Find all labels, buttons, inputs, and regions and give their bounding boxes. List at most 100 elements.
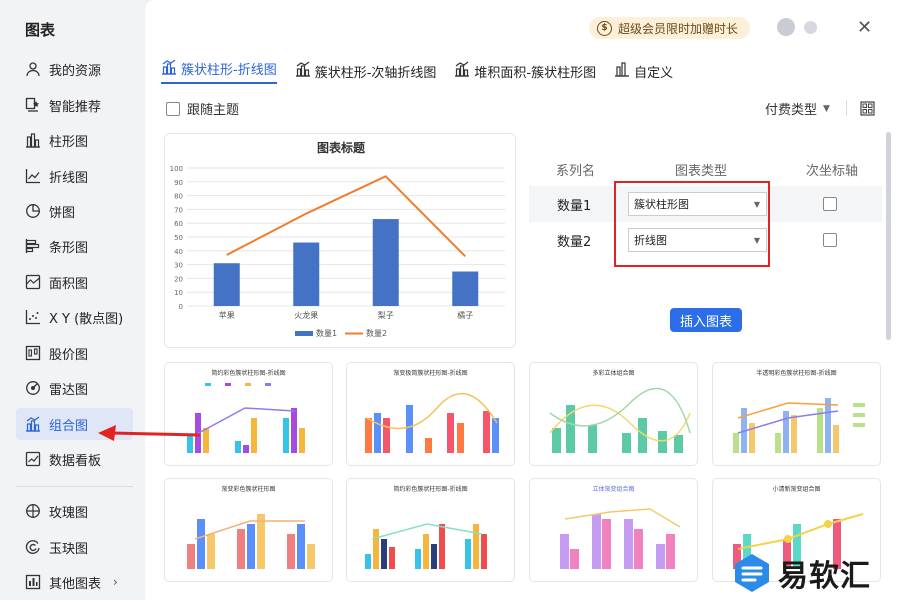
- sidebar-item-line-chart[interactable]: 折线图: [16, 160, 133, 192]
- sidebar-item-pie-chart[interactable]: 饼图: [16, 195, 133, 227]
- thumbnail-title: 小清新渐变组合图: [772, 486, 821, 493]
- series-1-secondary-axis-checkbox[interactable]: [823, 197, 837, 211]
- stock-chart-icon: [23, 343, 43, 363]
- user-icon: [23, 59, 43, 79]
- tab-stacked-area-cluster-column[interactable]: 堆积面积-簇状柱形图: [454, 58, 596, 84]
- pay-type-label: 付费类型: [765, 103, 818, 118]
- bar: [213, 263, 240, 306]
- smart-recommend-icon: [23, 95, 43, 115]
- sidebar-item-combo-chart[interactable]: 组合图: [16, 408, 133, 440]
- thumbnail-preview: [365, 523, 487, 569]
- member-status-icon: [804, 21, 817, 34]
- sidebar-item-label: 我的资源: [49, 63, 102, 79]
- thumbnail-title: 渐变极简簇状柱形图-折线图: [393, 370, 468, 377]
- chart-type-tabs: 簇状柱形-折线图 簇状柱形-次轴折线图 堆积面积-簇状柱形图 自定义: [161, 58, 691, 84]
- combo-chart-icon: [454, 61, 470, 81]
- template-thumbnail[interactable]: 多彩立体组合图: [529, 362, 698, 466]
- thumbnail-title: 立体渐变组合图: [592, 486, 635, 493]
- y-tick-label: 40: [174, 248, 183, 256]
- sidebar-item-horizontal-bar[interactable]: 条形图: [16, 230, 133, 262]
- sidebar-item-bar-chart[interactable]: 柱形图: [16, 124, 133, 156]
- horizontal-bar-icon: [23, 236, 43, 256]
- tab-cluster-column-secondary-line[interactable]: 簇状柱形-次轴折线图: [295, 58, 437, 84]
- x-tick-label: 橘子: [457, 310, 473, 320]
- watermark-logo: [735, 554, 769, 592]
- thumbnail-title: 多彩立体组合图: [592, 370, 635, 377]
- chevron-right-icon: ›: [113, 575, 118, 589]
- column-header-secondary-axis: 次坐标轴: [806, 164, 859, 179]
- tab-cluster-column-line[interactable]: 簇状柱形-折线图: [161, 58, 277, 84]
- sidebar-item-ring-chart[interactable]: 玉玦图: [16, 531, 133, 563]
- combo-chart-icon: [23, 414, 43, 434]
- sidebar-divider: [16, 486, 133, 487]
- sidebar-item-smart-recommend[interactable]: 智能推荐: [16, 89, 133, 121]
- sidebar-item-radar-chart[interactable]: 雷达图: [16, 372, 133, 404]
- column-header-chart-type: 图表类型: [675, 164, 728, 179]
- checkbox[interactable]: [166, 101, 180, 116]
- ring-chart-icon: [23, 537, 43, 557]
- tab-label: 簇状柱形-次轴折线图: [314, 65, 437, 81]
- avatar[interactable]: [777, 18, 795, 36]
- sidebar-item-scatter[interactable]: X Y (散点图): [16, 301, 133, 333]
- sidebar-item-area-chart[interactable]: 面积图: [16, 266, 133, 298]
- dashboard-icon: [23, 449, 43, 469]
- thumbnail-preview: [560, 508, 681, 569]
- bar: [293, 242, 320, 306]
- insert-chart-button[interactable]: 插入图表: [670, 308, 742, 332]
- thumbnail-title: 渐变彩色簇状柱形图: [221, 486, 276, 493]
- template-thumbnail[interactable]: 简约彩色簇状柱形图-折线图: [346, 478, 515, 582]
- vip-promo-label: 超级会员限时加赠时长: [618, 21, 739, 36]
- y-tick-label: 90: [174, 179, 183, 187]
- template-thumbnail[interactable]: 立体渐变组合图: [529, 478, 698, 582]
- coin-icon: $: [597, 20, 612, 36]
- scrollbar[interactable]: [886, 132, 891, 340]
- follow-theme-checkbox[interactable]: 跟随主题: [166, 99, 239, 118]
- close-icon[interactable]: ✕: [857, 17, 872, 38]
- sidebar-item-other-charts[interactable]: 其他图表 ›: [16, 566, 133, 598]
- sidebar-item-my-resources[interactable]: 我的资源: [16, 53, 133, 85]
- watermark-text: 易软汇: [778, 559, 871, 594]
- sidebar-item-label: 柱形图: [49, 134, 89, 150]
- thumbnail-title: 半透明彩色簇状柱形图-折线图: [756, 370, 837, 377]
- sidebar-item-label: 数据看板: [49, 453, 102, 469]
- x-tick-label: 火龙果: [294, 310, 318, 320]
- template-thumbnail[interactable]: 渐变彩色簇状柱形图: [164, 478, 333, 582]
- highlight-box: [614, 181, 770, 267]
- template-thumbnail[interactable]: 渐变极简簇状柱形图-折线图: [346, 362, 515, 466]
- thumbnail-preview: [187, 383, 305, 453]
- tab-custom[interactable]: 自定义: [614, 58, 673, 84]
- combo-chart-icon: [161, 59, 177, 79]
- sidebar-item-label: 玫瑰图: [49, 505, 89, 521]
- template-thumbnail[interactable]: 半透明彩色簇状柱形图-折线图: [712, 362, 881, 466]
- chart-preview: 图表标题 0 10 20 30 40 50 60 70 80 90 100 苹果 火龙果 梨子 橘子 数量…: [164, 133, 516, 348]
- main-panel: $ 超级会员限时加赠时长 ✕ 簇状柱形-折线图 簇状柱形-次轴折线图 堆积面积-…: [145, 0, 900, 600]
- custom-chart-icon: [614, 61, 630, 81]
- bar: [372, 219, 399, 306]
- sidebar-item-label: 折线图: [49, 170, 89, 186]
- vip-promo-badge[interactable]: $ 超级会员限时加赠时长: [589, 17, 751, 39]
- sidebar-item-label: 其他图表: [49, 576, 102, 592]
- y-tick-label: 80: [174, 193, 183, 201]
- toolbar-divider: [846, 100, 847, 116]
- radar-chart-icon: [23, 378, 43, 398]
- pie-chart-icon: [23, 201, 43, 221]
- y-tick-label: 60: [174, 220, 183, 228]
- chart-dialog: 图表 我的资源 智能推荐 柱形图 折线图 饼图 条形图 面积图 X Y (散点图…: [0, 0, 900, 600]
- thumbnail-title: 简约彩色簇状柱形图-折线图: [393, 486, 468, 493]
- follow-theme-label: 跟随主题: [187, 103, 240, 118]
- template-thumbnail[interactable]: 简约彩色簇状柱形图-折线图: [164, 362, 333, 466]
- series-name: 数量1: [557, 199, 592, 214]
- sidebar-item-rose-chart[interactable]: 玫瑰图: [16, 495, 133, 527]
- sidebar-item-dashboard[interactable]: 数据看板: [16, 443, 133, 475]
- series-2-secondary-axis-checkbox[interactable]: [823, 233, 837, 247]
- scatter-icon: [23, 307, 43, 327]
- line-chart-icon: [23, 166, 43, 186]
- sidebar-item-stock-chart[interactable]: 股价图: [16, 337, 133, 369]
- thumbnail-preview: [733, 398, 865, 453]
- grid-view-icon[interactable]: [860, 101, 875, 120]
- other-chart-icon: [23, 572, 43, 592]
- column-header-series: 系列名: [556, 164, 596, 179]
- legend-label: 数量2: [366, 328, 387, 338]
- combo-chart-icon: [295, 61, 311, 81]
- pay-type-dropdown[interactable]: 付费类型 ▼: [765, 99, 830, 118]
